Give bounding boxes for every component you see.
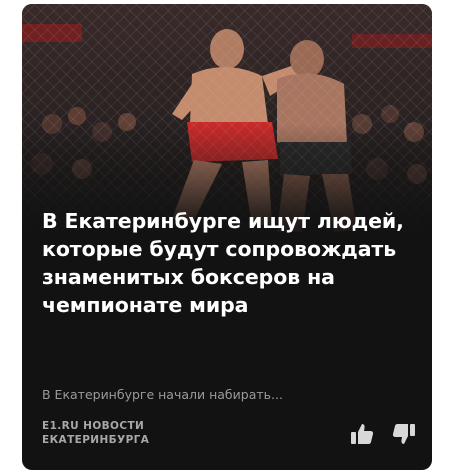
- news-card[interactable]: В Екатеринбурге ищут людей, которые буду…: [22, 4, 432, 470]
- thumbs-up-icon: [351, 424, 374, 444]
- article-photo[interactable]: [22, 4, 432, 234]
- thumbs-down-icon: [392, 424, 415, 444]
- dislike-button[interactable]: [390, 420, 418, 448]
- source-name-line-1: E1.RU НОВОСТИ: [42, 420, 145, 432]
- article-title[interactable]: В Екатеринбурге ищут людей, которые буду…: [42, 207, 412, 319]
- source-name-line-2: ЕКАТЕРИНБУРГА: [42, 434, 150, 446]
- article-snippet[interactable]: В Екатеринбурге начали набирать...: [42, 387, 412, 403]
- source-name[interactable]: E1.RU НОВОСТИ ЕКАТЕРИНБУРГА: [42, 419, 262, 447]
- reaction-buttons: [348, 420, 418, 448]
- like-button[interactable]: [348, 420, 376, 448]
